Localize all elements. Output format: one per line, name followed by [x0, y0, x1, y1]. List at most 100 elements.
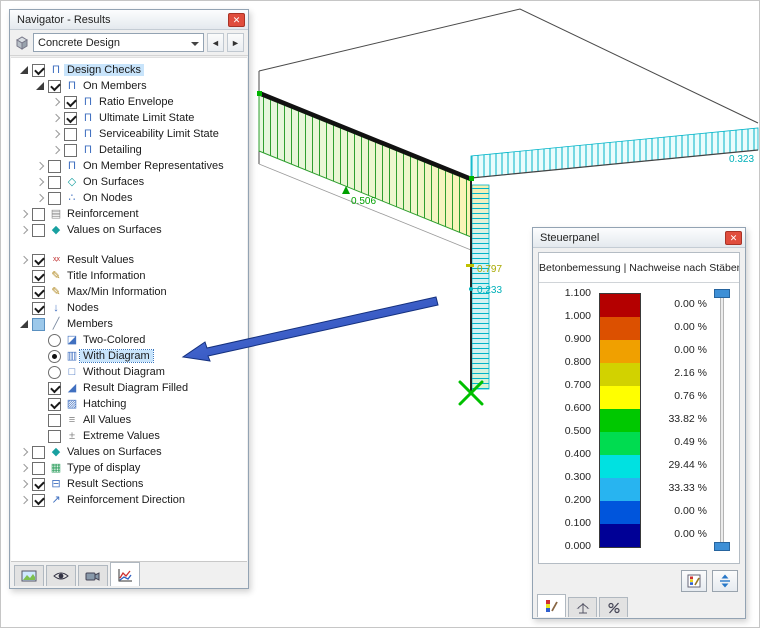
checkbox[interactable] [32, 461, 45, 475]
expander-icon[interactable] [33, 79, 47, 93]
checkbox[interactable] [32, 269, 45, 283]
tree-item-result-sections[interactable]: ⊟ Result Sections [11, 476, 247, 492]
tree-item-with-diagram[interactable]: ▥ With Diagram [11, 348, 247, 364]
tree-item-serviceability-limit-state[interactable]: Π Serviceability Limit State [11, 126, 247, 142]
tree-item-two-colored[interactable]: ◪ Two-Colored [11, 332, 247, 348]
tree-item-on-surfaces[interactable]: ◇ On Surfaces [11, 174, 247, 190]
scale-swatch [600, 478, 640, 501]
tree-item-design-checks[interactable]: Π Design Checks [11, 62, 247, 78]
tree-item-label: Max/Min Information [67, 286, 167, 298]
tree-item-members[interactable]: ╱ Members [11, 316, 247, 332]
expander-icon[interactable] [33, 159, 47, 173]
tree-item-nodes[interactable]: ↓ Nodes [11, 300, 247, 316]
tab-scaling[interactable] [568, 597, 597, 617]
expander-icon[interactable] [33, 191, 47, 205]
checkbox[interactable] [48, 191, 61, 205]
tree-item-values-on-surfaces[interactable]: ◆ Values on Surfaces [11, 222, 247, 238]
expander-icon[interactable] [49, 111, 63, 125]
tree-item-hatching[interactable]: ▨ Hatching [11, 396, 247, 412]
checkbox[interactable] [32, 477, 45, 491]
tree-item-result-diagram-filled[interactable]: ◢ Result Diagram Filled [11, 380, 247, 396]
slider-min-handle[interactable] [714, 542, 730, 551]
slider-max-handle[interactable] [714, 289, 730, 298]
checkbox[interactable] [48, 381, 61, 395]
scale-percent: 33.33 % [668, 482, 707, 494]
control-panel-content: Betonbemessung | Nachweise nach Stäben 1… [538, 252, 740, 564]
checkbox[interactable] [48, 175, 61, 189]
tree-item-label: Result Sections [67, 478, 144, 490]
tree-item-label: Ratio Envelope [99, 96, 174, 108]
checkbox[interactable] [48, 159, 61, 173]
checkbox[interactable] [48, 79, 61, 93]
tree-item-values-on-surfaces-2[interactable]: ◆ Values on Surfaces [11, 444, 247, 460]
nodes-icon: ↓ [53, 302, 59, 314]
checkbox[interactable] [32, 223, 45, 237]
expander-icon[interactable] [17, 461, 31, 475]
expander-icon[interactable] [49, 127, 63, 141]
checkbox[interactable] [32, 63, 45, 77]
expander-icon[interactable] [17, 207, 31, 221]
expander-icon[interactable] [17, 477, 31, 491]
tree-item-without-diagram[interactable]: □ Without Diagram [11, 364, 247, 380]
previous-button[interactable] [207, 33, 224, 52]
next-button[interactable] [227, 33, 244, 52]
close-icon[interactable] [228, 12, 245, 27]
tree-item-label: Result Values [67, 254, 135, 266]
expander-icon[interactable] [33, 175, 47, 189]
checkbox[interactable] [32, 301, 45, 315]
tab-display[interactable] [14, 565, 44, 586]
checkbox[interactable] [48, 397, 61, 411]
checkbox[interactable] [32, 317, 45, 331]
tree-item-on-nodes[interactable]: ∴ On Nodes [11, 190, 247, 206]
expander-icon[interactable] [17, 63, 31, 77]
tree-item-on-member-representatives[interactable]: Π On Member Representatives [11, 158, 247, 174]
checkbox[interactable] [64, 143, 77, 157]
tab-results[interactable] [110, 562, 140, 586]
tree-item-all-values[interactable]: ≡ All Values [11, 412, 247, 428]
tab-views[interactable] [46, 565, 76, 586]
expander-icon[interactable] [17, 223, 31, 237]
checkbox[interactable] [32, 253, 45, 267]
expander-icon[interactable] [17, 253, 31, 267]
expander-icon[interactable] [49, 95, 63, 109]
checkbox[interactable] [32, 493, 45, 507]
tab-camera[interactable] [78, 565, 108, 586]
tree-item-ratio-envelope[interactable]: Π Ratio Envelope [11, 94, 247, 110]
checkbox[interactable] [32, 285, 45, 299]
checkbox[interactable] [48, 413, 61, 427]
navigator-titlebar[interactable]: Navigator - Results [10, 10, 248, 30]
radio-button[interactable] [48, 333, 61, 347]
checkbox[interactable] [64, 111, 77, 125]
design-type-dropdown[interactable]: Concrete Design [33, 33, 204, 52]
control-panel-titlebar[interactable]: Steuerpanel [533, 228, 745, 248]
checkbox[interactable] [64, 95, 77, 109]
tree-item-max-min-information[interactable]: ✎ Max/Min Information [11, 284, 247, 300]
tree-item-reinforcement-direction[interactable]: ↗ Reinforcement Direction [11, 492, 247, 508]
expander-icon[interactable] [17, 445, 31, 459]
on-surfaces-icon: ◇ [67, 176, 77, 188]
checkbox[interactable] [64, 127, 77, 141]
tree-item-ultimate-limit-state[interactable]: Π Ultimate Limit State [11, 110, 247, 126]
slider-track[interactable] [720, 293, 724, 546]
tree-item-detailing[interactable]: Π Detailing [11, 142, 247, 158]
tab-color-scale[interactable] [537, 594, 566, 617]
close-icon[interactable] [725, 230, 742, 245]
tree-item-reinforcement[interactable]: ▤ Reinforcement [11, 206, 247, 222]
tab-statistics[interactable] [599, 597, 628, 617]
expander-icon[interactable] [17, 493, 31, 507]
tree-item-extreme-values[interactable]: ± Extreme Values [11, 428, 247, 444]
tree-item-result-values[interactable]: x,x Result Values [11, 252, 247, 268]
scale-percent: 2.16 % [674, 367, 707, 379]
scale-options-button[interactable] [681, 570, 707, 592]
checkbox[interactable] [48, 429, 61, 443]
radio-button[interactable] [48, 349, 61, 363]
tree-item-title-information[interactable]: ✎ Title Information [11, 268, 247, 284]
expander-icon[interactable] [17, 317, 31, 331]
checkbox[interactable] [32, 207, 45, 221]
expander-icon[interactable] [49, 143, 63, 157]
tree-item-type-of-display[interactable]: ▦ Type of display [11, 460, 247, 476]
checkbox[interactable] [32, 445, 45, 459]
tree-item-on-members[interactable]: Π On Members [11, 78, 247, 94]
radio-button[interactable] [48, 365, 61, 379]
fit-scale-button[interactable] [712, 570, 738, 592]
